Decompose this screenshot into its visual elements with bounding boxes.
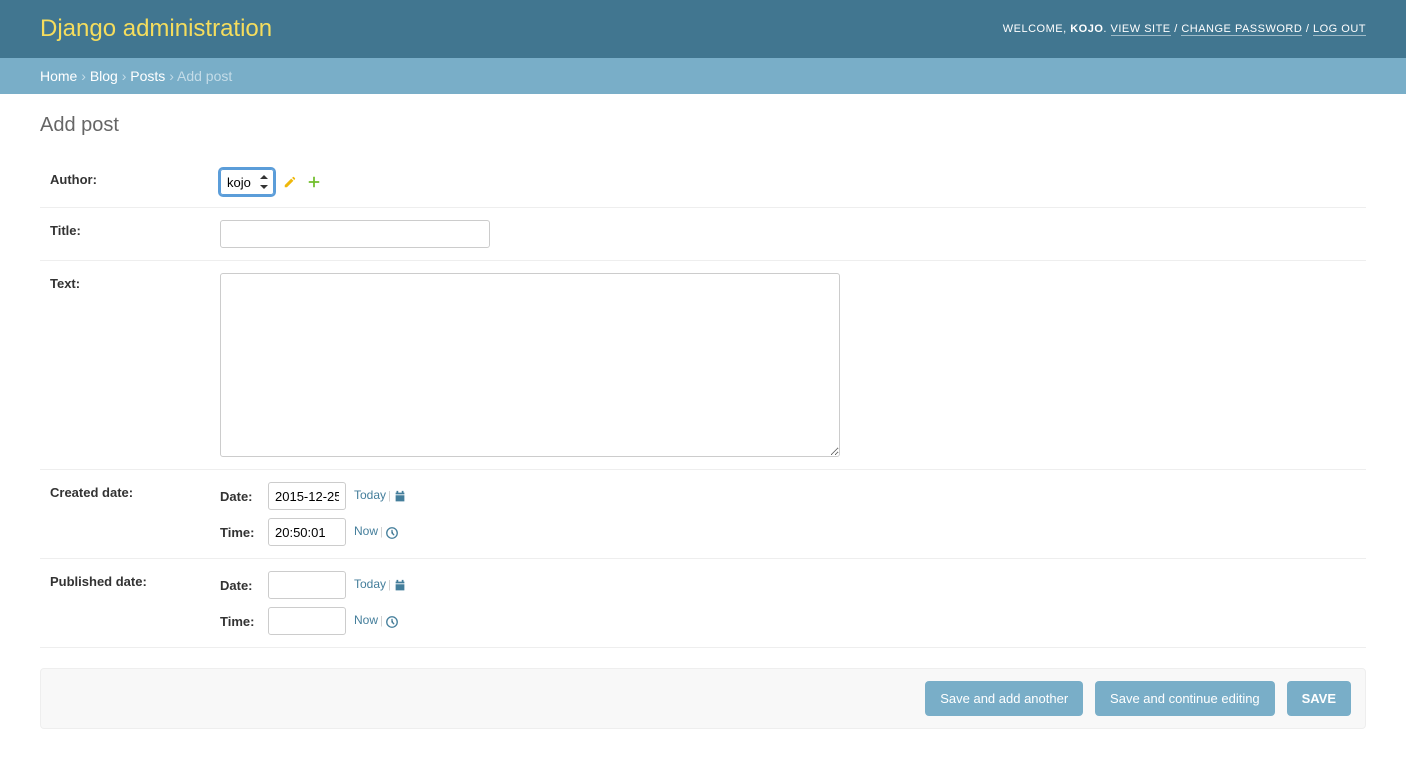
published-date-time-input[interactable] [268,607,346,635]
user-tools-sep: / [1302,23,1313,35]
save-button[interactable] [1287,681,1351,716]
breadcrumb: Home › Blog › Posts › Add post [0,58,1406,94]
breadcrumb-current: Add post [177,68,232,84]
save-continue-button[interactable] [1095,681,1275,716]
text-label: Text: [50,273,210,291]
submit-row [40,668,1366,729]
user-tools-sep: / [1171,23,1182,35]
text-textarea[interactable] [220,273,840,457]
title-input[interactable] [220,220,490,248]
branding: Django administration [40,15,272,43]
title-label: Title: [50,220,210,238]
logout-link[interactable]: LOG OUT [1313,23,1366,36]
published-date-now-link[interactable]: Now [354,613,378,627]
published-date-date-label: Date: [220,578,260,593]
edit-related-icon[interactable] [282,174,298,190]
published-date-date-input[interactable] [268,571,346,599]
clock-icon[interactable] [385,615,399,629]
published-date-label: Published date: [50,571,210,589]
form-row-title: Title: [40,208,1366,261]
form-row-author: Author: kojo [40,157,1366,208]
breadcrumb-model[interactable]: Posts [130,68,165,84]
view-site-link[interactable]: VIEW SITE [1111,23,1171,36]
form-row-published-date: Published date: Date: Today| Time: [40,559,1366,648]
content: Add post Author: kojo [0,94,1406,749]
created-date-now-link[interactable]: Now [354,524,378,538]
calendar-icon[interactable] [393,579,407,593]
breadcrumb-home[interactable]: Home [40,68,77,84]
page-title: Add post [40,114,1366,137]
change-password-link[interactable]: CHANGE PASSWORD [1181,23,1302,36]
published-date-time-label: Time: [220,614,260,629]
created-date-widget: Date: Today| Time: Now| [220,482,1366,546]
published-date-widget: Date: Today| Time: Now| [220,571,1366,635]
breadcrumb-app[interactable]: Blog [90,68,118,84]
author-label: Author: [50,169,210,187]
add-related-icon[interactable] [306,174,322,190]
created-date-today-link[interactable]: Today [354,488,386,502]
created-date-label: Created date: [50,482,210,500]
user-tools: WELCOME, KOJO. VIEW SITE / CHANGE PASSWO… [1003,23,1366,35]
calendar-icon[interactable] [393,490,407,504]
author-select[interactable]: kojo [220,169,274,195]
save-add-another-button[interactable] [925,681,1083,716]
welcome-prefix: WELCOME, [1003,23,1070,35]
published-date-today-link[interactable]: Today [354,577,386,591]
created-date-time-label: Time: [220,525,260,540]
welcome-period: . [1103,23,1110,35]
clock-icon[interactable] [385,526,399,540]
form-fieldset: Author: kojo Title: [40,157,1366,648]
created-date-time-input[interactable] [268,518,346,546]
username: KOJO [1070,23,1103,35]
author-widget: kojo [220,169,322,195]
created-date-date-input[interactable] [268,482,346,510]
form-row-text: Text: [40,261,1366,470]
form-row-created-date: Created date: Date: Today| Time: N [40,470,1366,559]
site-title: Django administration [40,15,272,43]
header: Django administration WELCOME, KOJO. VIE… [0,0,1406,58]
created-date-date-label: Date: [220,489,260,504]
